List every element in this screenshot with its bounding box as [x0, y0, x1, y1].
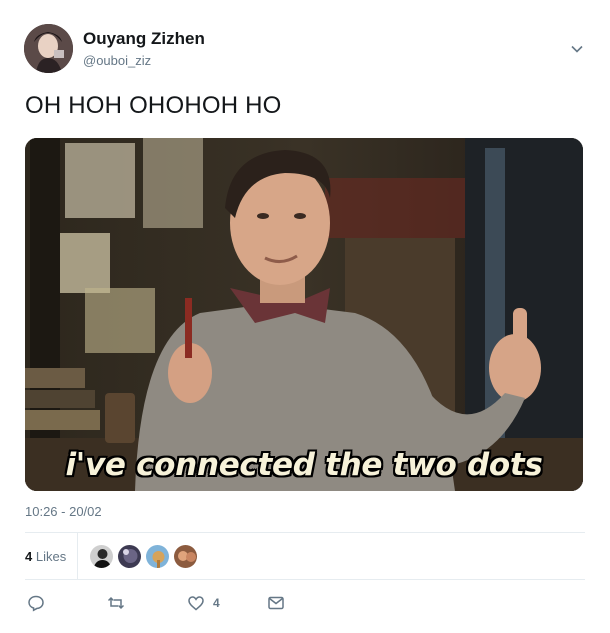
likes-label: Likes: [35, 549, 67, 564]
display-name[interactable]: Ouyang Zizhen: [83, 29, 205, 49]
like-count: 4: [213, 596, 220, 610]
tweet-header: Ouyang Zizhen @ouboi_ziz: [24, 24, 586, 74]
likes-number: 4: [25, 549, 33, 564]
retweet-button[interactable]: [107, 590, 125, 616]
liker-avatar-1[interactable]: [89, 544, 114, 569]
chevron-down-icon[interactable]: [570, 42, 584, 56]
liker-avatar-3[interactable]: [145, 544, 170, 569]
tweet-text: OH HOH OHOHOH HO: [25, 92, 282, 119]
like-button[interactable]: 4: [187, 590, 220, 616]
divider: [25, 579, 585, 580]
retweet-icon: [107, 596, 125, 610]
liker-avatar-4[interactable]: [173, 544, 198, 569]
heart-icon: [188, 596, 204, 611]
user-avatar[interactable]: [24, 24, 73, 73]
liker-avatar-2[interactable]: [117, 544, 142, 569]
likes-count[interactable]: 4 Likes: [25, 549, 66, 564]
tweet-timestamp[interactable]: 10:26 - 20/02: [25, 504, 102, 519]
mail-icon: [268, 596, 284, 610]
reply-icon: [28, 595, 44, 612]
tweet-media[interactable]: i've connected the two dots: [25, 138, 583, 491]
direct-message-button[interactable]: [267, 590, 285, 616]
user-handle[interactable]: @ouboi_ziz: [83, 53, 151, 68]
likes-row: 4 Likes: [25, 533, 585, 579]
reply-button[interactable]: [27, 590, 45, 616]
media-caption: i've connected the two dots: [65, 447, 543, 483]
meme-image: [25, 138, 583, 491]
action-bar: 4: [25, 590, 585, 616]
vertical-divider: [77, 533, 78, 579]
